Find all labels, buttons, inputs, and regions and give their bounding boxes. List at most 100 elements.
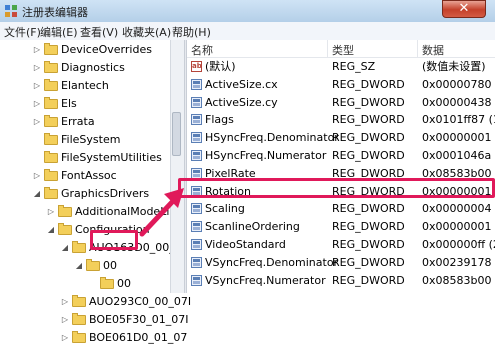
value-row[interactable]: Flags REG_DWORD 0x0101ff87 (169 [187,111,495,128]
tree-item-label: 00 [117,277,131,290]
tree-item[interactable]: ▷ Els [32,95,170,113]
tree-item[interactable]: FileSystemUtilities [32,149,170,167]
expand-arrow-icon[interactable]: ▷ [32,167,42,185]
tree-item[interactable]: ▷ Diagnostics [32,59,170,77]
expand-arrow-icon[interactable]: ▷ [32,41,42,59]
value-name: (默认) [205,60,236,73]
value-data: 0x00000004 (4) [422,202,495,215]
value-row[interactable]: Scaling REG_DWORD 0x00000004 (4) [187,200,495,217]
tree-item-label: Errata [61,115,95,128]
close-button[interactable]: ✕ [442,0,486,18]
value-row[interactable]: (默认) REG_SZ (数值未设置) [187,58,495,75]
value-row[interactable]: VSyncFreq.Numerator REG_DWORD 0x08583b00 (… [187,272,495,289]
value-name: VSyncFreq.Numerator [205,274,326,287]
value-name: HSyncFreq.Numerator [205,149,327,162]
string-value-icon [191,58,202,75]
folder-icon [44,151,58,163]
dword-value-icon [191,97,202,108]
folder-icon [72,241,86,253]
expand-arrow-icon[interactable]: ▷ [32,77,42,95]
collapse-arrow-icon[interactable]: ◢ [46,221,56,239]
column-divider[interactable] [417,40,418,57]
tree-item-label: Elantech [61,79,109,92]
column-data-header[interactable]: 数据 [422,42,444,58]
column-divider[interactable] [327,40,328,57]
collapse-arrow-icon[interactable]: ◢ [32,185,42,203]
value-data: 0x00000001 (1) [422,220,495,233]
value-data: 0x00000780 (19 [422,78,495,91]
value-row[interactable]: VSyncFreq.Denominator REG_DWORD 0x00239178… [187,254,495,271]
expand-arrow-icon[interactable]: ▷ [60,311,70,329]
folder-icon [44,61,58,73]
tree-item-label: DeviceOverrides [61,43,152,56]
tree-scrollbar-thumb[interactable] [172,112,181,156]
menu-favorites[interactable]: 收藏夹(A) [122,24,171,40]
expand-arrow-icon[interactable]: ▷ [60,329,70,347]
menu-view[interactable]: 查看(V) [80,24,118,40]
value-type: REG_DWORD [332,113,405,126]
regedit-app-icon [5,5,17,17]
tree-item[interactable]: ◢ 00 [74,257,170,275]
tree-scrollbar[interactable] [170,40,184,293]
value-data: 0x00000438 (10 [422,96,495,109]
value-data: 0x000000ff (255 [422,238,495,251]
folder-icon [44,115,58,127]
column-name-header[interactable]: 名称 [191,42,213,58]
annotation-arrow-icon [139,188,184,237]
folder-00-highlight-box [90,230,138,250]
folder-icon [72,313,86,325]
value-data: 0x0101ff87 (169 [422,113,495,126]
expand-arrow-icon[interactable]: ▷ [32,113,42,131]
tree-item-label: 00 [103,259,117,272]
value-name: Flags [205,113,234,126]
tree-item-label: FontAssoc [61,169,117,182]
value-data: 0x00239178 (23 [422,256,495,269]
dword-value-icon [191,275,202,286]
value-type: REG_DWORD [332,256,405,269]
close-icon: ✕ [458,1,470,16]
value-row[interactable]: HSyncFreq.Numerator REG_DWORD 0x0001046a (… [187,147,495,164]
tree-item-label: BOE05F30_01_07I [89,313,189,326]
tree-item-label: FileSystem [61,133,121,146]
value-row[interactable]: VideoStandard REG_DWORD 0x000000ff (255 [187,236,495,253]
menu-file[interactable]: 文件(F) [4,24,41,40]
value-row[interactable]: HSyncFreq.Denominator REG_DWORD 0x00000001… [187,129,495,146]
folder-icon [86,259,100,271]
expand-arrow-icon[interactable]: ▷ [60,293,70,311]
collapse-arrow-icon[interactable]: ◢ [74,257,84,275]
folder-icon [44,133,58,145]
tree-item[interactable]: ▷ AUO293C0_00_07I [60,293,191,311]
tree-item[interactable]: ▷ DeviceOverrides [32,41,170,59]
tree-item[interactable]: ▷ Elantech [32,77,170,95]
value-type: REG_SZ [332,60,376,73]
folder-icon [58,223,72,235]
dword-value-icon [191,79,202,90]
tree-item[interactable]: ▷ Errata [32,113,170,131]
menu-help[interactable]: 帮助(H) [172,24,211,40]
value-name: ScanlineOrdering [205,220,300,233]
value-row[interactable]: ActiveSize.cx REG_DWORD 0x00000780 (19 [187,76,495,93]
expand-arrow-icon[interactable]: ▷ [32,59,42,77]
folder-icon [72,295,86,307]
value-name: ActiveSize.cx [205,78,278,91]
tree-item-label: BOE061D0_01_07 [89,331,188,344]
dword-value-icon [191,239,202,250]
tree-item[interactable]: ▷ BOE061D0_01_07 [60,329,187,347]
dword-value-icon [191,114,202,125]
expand-arrow-icon[interactable]: ▷ [32,95,42,113]
folder-icon [58,205,72,217]
value-type: REG_DWORD [332,96,405,109]
value-row[interactable]: ScanlineOrdering REG_DWORD 0x00000001 (1) [187,218,495,235]
folder-icon [72,331,86,343]
tree-item[interactable]: ▷ BOE05F30_01_07I [60,311,189,329]
tree-item[interactable]: FileSystem [32,131,170,149]
tree-item[interactable]: 00 [88,275,170,293]
menu-edit[interactable]: 编辑(E) [40,24,78,40]
dword-value-icon [191,150,202,161]
column-type-header[interactable]: 类型 [332,42,354,58]
scaling-highlight-box [178,178,495,198]
value-name: VideoStandard [205,238,286,251]
expand-arrow-icon[interactable]: ▷ [46,203,56,221]
value-row[interactable]: ActiveSize.cy REG_DWORD 0x00000438 (10 [187,94,495,111]
collapse-arrow-icon[interactable]: ◢ [60,239,70,257]
